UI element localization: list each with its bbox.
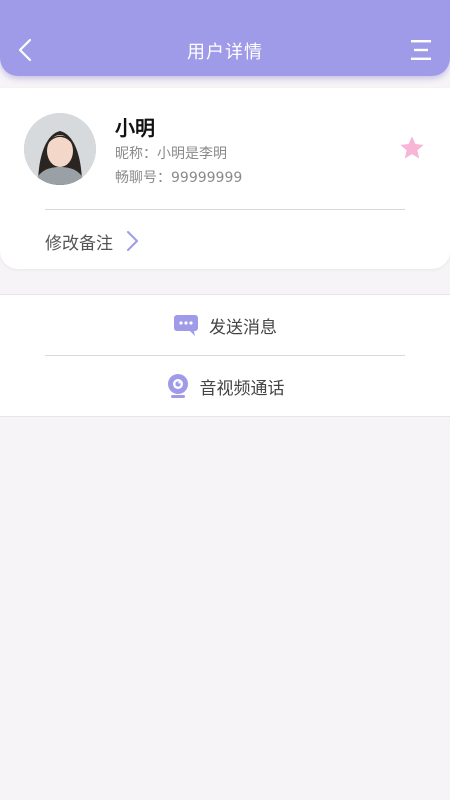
menu-icon: [411, 40, 431, 60]
send-message-button[interactable]: 发送消息: [0, 295, 450, 355]
edit-remark-label: 修改备注: [45, 233, 113, 254]
actions-panel: 发送消息 音视频通话: [0, 294, 450, 417]
profile-card: 小明 昵称：小明是李明 畅聊号：99999999 修改备注: [0, 88, 450, 269]
star-icon: [400, 136, 424, 159]
top-bar: 用户详情: [0, 0, 450, 76]
chat-bubble-icon: [174, 315, 198, 336]
avatar-illustration: [24, 113, 96, 185]
webcam-icon: [167, 374, 188, 398]
divider: [45, 209, 405, 210]
menu-button[interactable]: [410, 38, 432, 62]
avatar[interactable]: [24, 113, 96, 185]
nickname-text: 昵称：小明是李明: [115, 146, 227, 162]
av-call-button[interactable]: 音视频通话: [0, 356, 450, 416]
favorite-button[interactable]: [398, 134, 426, 162]
user-name: 小明: [115, 116, 155, 140]
av-call-label: 音视频通话: [199, 378, 285, 399]
send-message-label: 发送消息: [209, 317, 277, 338]
chat-id-text: 畅聊号：99999999: [115, 170, 243, 186]
page-title: 用户详情: [187, 42, 263, 63]
chevron-right-icon: [127, 231, 138, 251]
edit-remark-button[interactable]: 修改备注: [45, 228, 139, 254]
